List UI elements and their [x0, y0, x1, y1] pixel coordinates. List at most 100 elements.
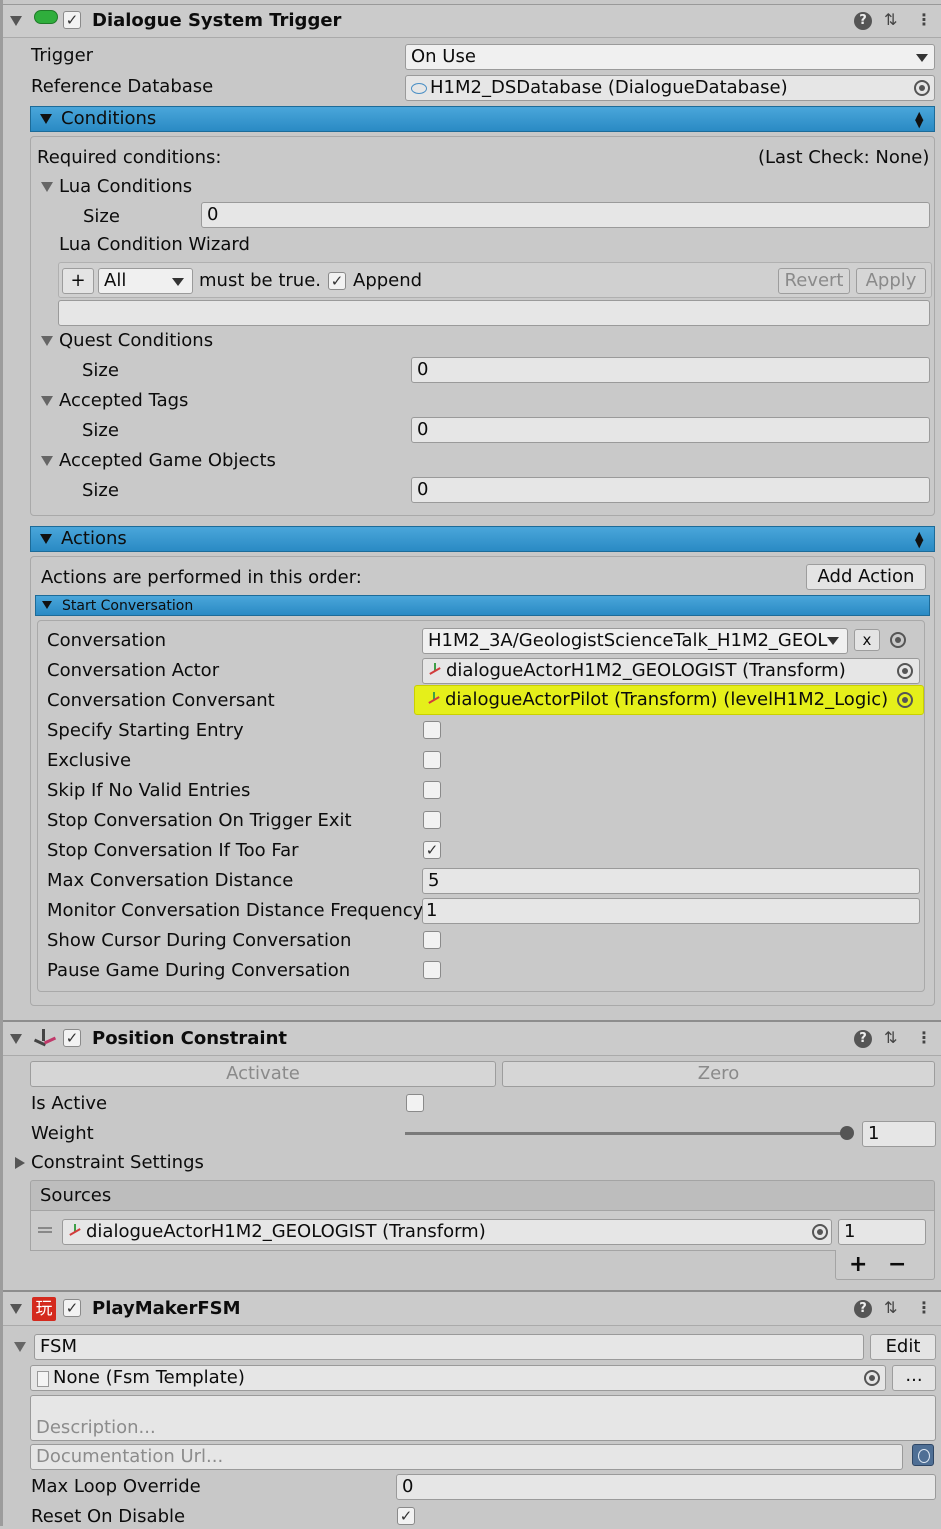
required-conditions-label: Required conditions: — [37, 147, 222, 168]
playmaker-logo-icon: 玩 — [32, 1297, 56, 1321]
add-action-button[interactable]: Add Action — [806, 564, 926, 590]
object-picker-icon[interactable] — [914, 80, 930, 96]
activate-button[interactable]: Activate — [30, 1061, 496, 1087]
more-options-icon[interactable]: ⋮ — [916, 11, 932, 29]
conversation-dropdown[interactable]: H1M2_3A/GeologistScienceTalk_H1M2_GEOL — [422, 628, 848, 654]
lua-foldout-icon[interactable] — [41, 182, 53, 192]
source-object-field[interactable]: dialogueActorH1M2_GEOLOGIST (Transform) — [62, 1219, 832, 1245]
exclusive-label: Exclusive — [47, 750, 132, 771]
append-checkbox[interactable]: ✓ — [328, 272, 346, 290]
actions-header[interactable]: Actions ▲ ▼ — [30, 526, 935, 552]
objects-foldout-icon[interactable] — [41, 456, 53, 466]
conditions-header[interactable]: Conditions ▲ ▼ — [30, 106, 935, 132]
tags-size-value: 0 — [417, 419, 429, 440]
trigger-dropdown[interactable]: On Use — [405, 44, 935, 70]
remove-source-button[interactable]: − — [888, 1253, 906, 1277]
actor-object-field[interactable]: dialogueActorH1M2_GEOLOGIST (Transform) — [422, 658, 920, 684]
revert-button[interactable]: Revert — [778, 268, 850, 294]
last-check-label: (Last Check: None) — [758, 147, 930, 168]
quest-size-label: Size — [82, 360, 119, 381]
pause-game-checkbox[interactable] — [423, 961, 441, 979]
edit-button[interactable]: Edit — [870, 1334, 936, 1360]
clear-conversation-button[interactable]: x — [854, 629, 880, 651]
pc-foldout-arrow[interactable] — [10, 1034, 22, 1044]
fsm-enabled-checkbox[interactable]: ✓ — [63, 1299, 81, 1317]
actor-value: dialogueActorH1M2_GEOLOGIST (Transform) — [446, 660, 846, 681]
exclusive-checkbox[interactable] — [423, 751, 441, 769]
presets-icon[interactable]: ⇅ — [884, 11, 897, 29]
show-cursor-checkbox[interactable] — [423, 931, 441, 949]
object-picker-icon[interactable] — [864, 1370, 880, 1386]
description-textarea[interactable]: Description... — [30, 1395, 936, 1441]
template-object-field[interactable]: None (Fsm Template) — [30, 1365, 886, 1391]
add-source-button[interactable]: + — [849, 1253, 867, 1277]
wizard-add-button[interactable]: + — [62, 268, 94, 294]
dst-foldout-arrow[interactable] — [10, 16, 22, 26]
pc-enabled-checkbox[interactable]: ✓ — [63, 1029, 81, 1047]
skip-invalid-label: Skip If No Valid Entries — [47, 780, 251, 801]
more-options-icon[interactable]: ⋮ — [916, 1029, 932, 1047]
help-icon[interactable]: ? — [854, 12, 872, 30]
open-url-icon[interactable] — [912, 1444, 934, 1466]
max-loop-input[interactable]: 0 — [396, 1474, 936, 1500]
dropdown-arrow-icon — [827, 637, 839, 645]
document-icon — [37, 1371, 49, 1387]
wizard-mode-value: All — [104, 270, 127, 291]
reorder-icon: ▲ ▼ — [915, 109, 924, 130]
stop-far-checkbox[interactable]: ✓ — [423, 841, 441, 859]
monitor-freq-input[interactable]: 1 — [422, 898, 920, 924]
constraint-settings-label: Constraint Settings — [31, 1152, 204, 1173]
fsm-settings-foldout-icon[interactable] — [14, 1342, 26, 1352]
start-conversation-header[interactable]: Start Conversation — [35, 595, 930, 616]
docurl-input[interactable]: Documentation Url... — [30, 1444, 903, 1470]
object-picker-icon[interactable] — [897, 692, 913, 708]
weight-slider-thumb[interactable] — [840, 1126, 854, 1140]
source-weight-input[interactable]: 1 — [838, 1219, 926, 1245]
trigger-label: Trigger — [31, 45, 94, 66]
lua-condition-text-input[interactable] — [58, 300, 930, 326]
dst-enabled-checkbox[interactable]: ✓ — [63, 11, 81, 29]
sources-label: Sources — [40, 1185, 112, 1206]
quest-size-input[interactable]: 0 — [411, 357, 930, 383]
presets-icon[interactable]: ⇅ — [884, 1299, 897, 1317]
start-conversation-foldout-icon — [42, 601, 52, 609]
template-browse-button[interactable]: ... — [892, 1365, 936, 1391]
apply-button[interactable]: Apply — [856, 268, 926, 294]
accepted-objects-label: Accepted Game Objects — [59, 450, 276, 471]
skip-invalid-checkbox[interactable] — [423, 781, 441, 799]
presets-icon[interactable]: ⇅ — [884, 1029, 897, 1047]
stop-exit-checkbox[interactable] — [423, 811, 441, 829]
object-picker-icon[interactable] — [897, 663, 913, 679]
fsm-foldout-arrow[interactable] — [10, 1304, 22, 1314]
fsm-name-input[interactable]: FSM — [34, 1334, 864, 1360]
stop-far-label: Stop Conversation If Too Far — [47, 840, 299, 861]
weight-input[interactable]: 1 — [862, 1121, 936, 1147]
tags-size-input[interactable]: 0 — [411, 417, 930, 443]
quest-foldout-icon[interactable] — [41, 336, 53, 346]
quest-conditions-label: Quest Conditions — [59, 330, 214, 351]
reset-on-disable-checkbox[interactable]: ✓ — [397, 1507, 415, 1525]
actions-order-label: Actions are performed in this order: — [41, 567, 362, 588]
lua-size-input[interactable]: 0 — [201, 202, 930, 228]
conversation-picker-icon[interactable] — [890, 632, 906, 648]
object-picker-icon[interactable] — [812, 1224, 828, 1240]
max-distance-input[interactable]: 5 — [422, 868, 920, 894]
conversant-label: Conversation Conversant — [47, 690, 275, 711]
weight-value: 1 — [868, 1123, 880, 1144]
specify-entry-checkbox[interactable] — [423, 721, 441, 739]
lua-conditions-label: Lua Conditions — [59, 176, 193, 197]
zero-button[interactable]: Zero — [502, 1061, 935, 1087]
more-options-icon[interactable]: ⋮ — [916, 1299, 932, 1317]
conversant-object-field[interactable]: dialogueActorPilot (Transform) (levelH1M… — [414, 685, 924, 715]
monitor-freq-label: Monitor Conversation Distance Frequency — [47, 900, 424, 921]
refdb-object-field[interactable]: H1M2_DSDatabase (DialogueDatabase) — [405, 75, 935, 101]
objects-size-input[interactable]: 0 — [411, 477, 930, 503]
help-icon[interactable]: ? — [854, 1030, 872, 1048]
is-active-checkbox[interactable] — [406, 1094, 424, 1112]
weight-slider-track[interactable] — [405, 1132, 847, 1135]
drag-handle-icon[interactable] — [38, 1227, 52, 1233]
tags-foldout-icon[interactable] — [41, 396, 53, 406]
conditions-foldout-icon — [40, 114, 52, 124]
constraint-settings-foldout-icon[interactable] — [15, 1157, 25, 1169]
help-icon[interactable]: ? — [854, 1300, 872, 1318]
